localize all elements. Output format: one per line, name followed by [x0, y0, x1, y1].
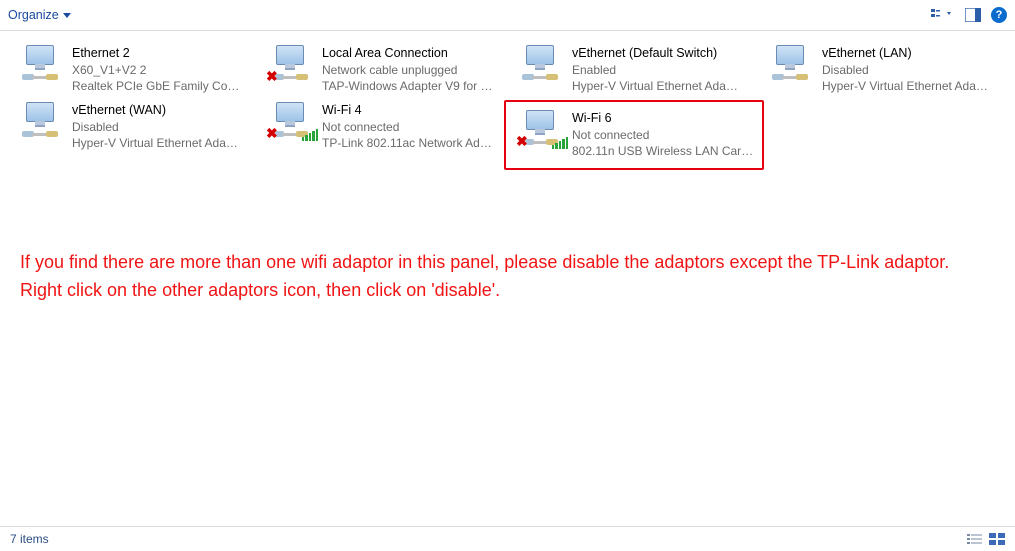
- adapter-name: Wi-Fi 6: [572, 110, 756, 127]
- adapter-device: Realtek PCIe GbE Family Controll...: [72, 78, 244, 94]
- adapter-text: Wi-Fi 4Not connectedTP-Link 802.11ac Net…: [322, 102, 494, 151]
- error-x-icon: ✖: [516, 133, 528, 150]
- adapter-name: Ethernet 2: [72, 45, 244, 62]
- adapter-text: vEthernet (LAN)DisabledHyper-V Virtual E…: [822, 45, 994, 94]
- adapter-text: Local Area ConnectionNetwork cable unplu…: [322, 45, 494, 94]
- annotation-text: If you find there are more than one wifi…: [20, 249, 995, 305]
- adapter-name: vEthernet (LAN): [822, 45, 994, 62]
- adapter-item[interactable]: ✖ Wi-Fi 6Not connected802.11n USB Wireles…: [504, 100, 764, 169]
- network-adapter-icon: [18, 45, 64, 83]
- network-adapter-icon: ✖: [268, 102, 314, 140]
- adapter-status: Enabled: [572, 62, 744, 78]
- organize-menu[interactable]: Organize: [8, 8, 71, 22]
- adapter-name: vEthernet (WAN): [72, 102, 244, 119]
- annotation-line2: Right click on the other adaptors icon, …: [20, 277, 995, 305]
- error-x-icon: ✖: [266, 68, 278, 85]
- view-options-button[interactable]: [931, 8, 955, 22]
- adapter-name: Wi-Fi 4: [322, 102, 494, 119]
- adapter-device: Hyper-V Virtual Ethernet Adapter: [572, 78, 744, 94]
- network-adapter-icon: ✖: [268, 45, 314, 83]
- adapter-item[interactable]: ✖ Wi-Fi 4Not connectedTP-Link 802.11ac Ne…: [250, 98, 500, 169]
- adapter-item[interactable]: vEthernet (Default Switch)EnabledHyper-V…: [500, 41, 750, 98]
- help-icon[interactable]: ?: [991, 7, 1007, 23]
- adapter-status: Not connected: [572, 127, 756, 143]
- adapter-item[interactable]: vEthernet (WAN)DisabledHyper-V Virtual E…: [0, 98, 250, 169]
- network-adapter-icon: [768, 45, 814, 83]
- organize-label: Organize: [8, 8, 59, 22]
- adapter-status: Network cable unplugged: [322, 62, 494, 78]
- adapter-device: Hyper-V Virtual Ethernet Adapter ...: [72, 135, 244, 151]
- adapter-status: Disabled: [822, 62, 994, 78]
- adapter-text: vEthernet (WAN)DisabledHyper-V Virtual E…: [72, 102, 244, 151]
- item-count: 7 items: [10, 532, 49, 546]
- signal-bars-icon: [302, 129, 319, 141]
- adapter-status: Disabled: [72, 119, 244, 135]
- adapter-device: TAP-Windows Adapter V9 for Op...: [322, 78, 494, 94]
- adapter-device: Hyper-V Virtual Ethernet Adapter ...: [822, 78, 994, 94]
- adapter-item[interactable]: Ethernet 2X60_V1+V2 2Realtek PCIe GbE Fa…: [0, 41, 250, 98]
- network-adapter-icon: [518, 45, 564, 83]
- error-x-icon: ✖: [266, 125, 278, 142]
- network-adapter-icon: ✖: [518, 110, 564, 148]
- adapter-device: 802.11n USB Wireless LAN Card #2: [572, 143, 756, 159]
- network-adapter-icon: [18, 102, 64, 140]
- toolbar: Organize ?: [0, 0, 1015, 31]
- adapter-text: Ethernet 2X60_V1+V2 2Realtek PCIe GbE Fa…: [72, 45, 244, 94]
- chevron-down-icon: [63, 13, 71, 18]
- adapter-status: Not connected: [322, 119, 494, 135]
- adapters-grid: Ethernet 2X60_V1+V2 2Realtek PCIe GbE Fa…: [0, 41, 1015, 170]
- adapter-item[interactable]: ✖ Local Area ConnectionNetwork cable unpl…: [250, 41, 500, 98]
- preview-pane-button[interactable]: [965, 8, 981, 22]
- adapter-name: vEthernet (Default Switch): [572, 45, 744, 62]
- annotation-line1: If you find there are more than one wifi…: [20, 249, 995, 277]
- status-bar: 7 items: [0, 526, 1015, 551]
- adapter-device: TP-Link 802.11ac Network Adapter: [322, 135, 494, 151]
- adapter-status: X60_V1+V2 2: [72, 62, 244, 78]
- signal-bars-icon: [552, 137, 569, 149]
- adapter-text: Wi-Fi 6Not connected802.11n USB Wireless…: [572, 110, 756, 159]
- view-details-button[interactable]: [967, 533, 983, 545]
- adapter-name: Local Area Connection: [322, 45, 494, 62]
- view-tiles-button[interactable]: [989, 533, 1005, 545]
- content-area: Ethernet 2X60_V1+V2 2Realtek PCIe GbE Fa…: [0, 31, 1015, 538]
- adapter-text: vEthernet (Default Switch)EnabledHyper-V…: [572, 45, 744, 94]
- adapter-item[interactable]: vEthernet (LAN)DisabledHyper-V Virtual E…: [750, 41, 1000, 98]
